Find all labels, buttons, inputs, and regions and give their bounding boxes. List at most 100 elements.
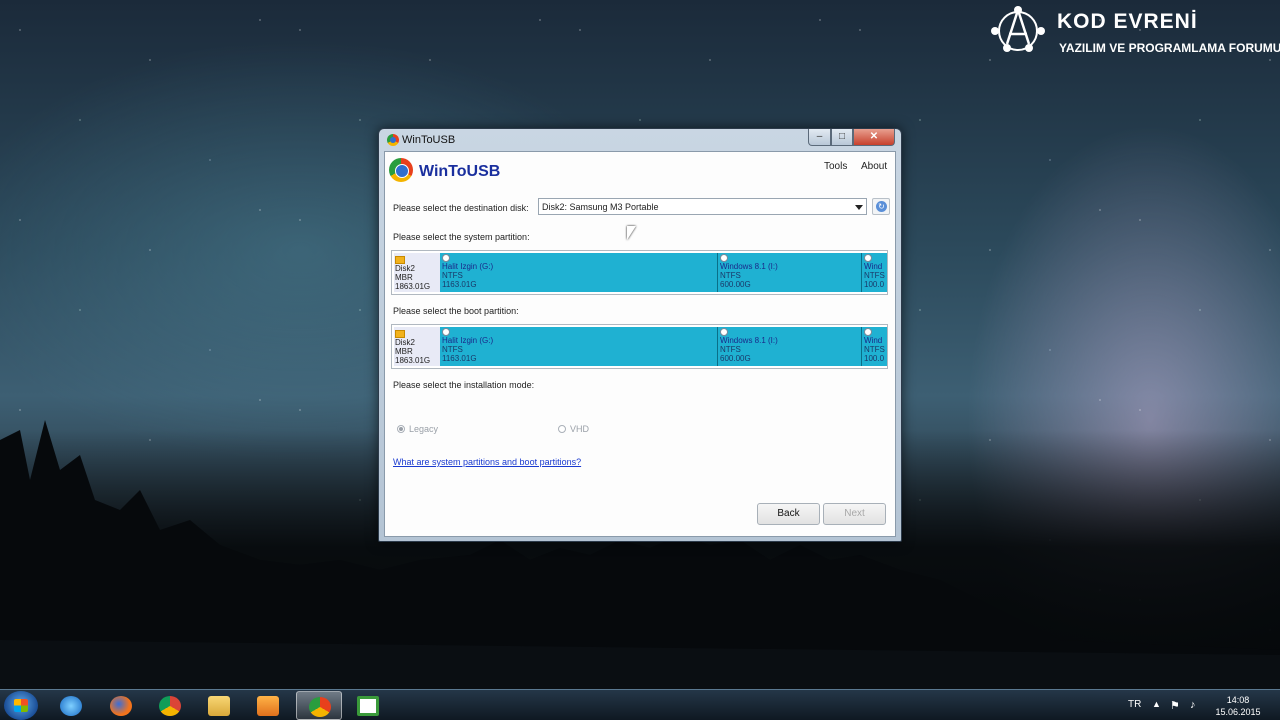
radio-selected-icon bbox=[397, 425, 405, 433]
system-partition-label: Please select the system partition: bbox=[393, 232, 530, 242]
partition-radio[interactable] bbox=[720, 328, 728, 336]
ie-icon bbox=[60, 696, 82, 716]
menu-about[interactable]: About bbox=[861, 161, 887, 172]
partition-fs: NTFS bbox=[442, 345, 463, 354]
firefox-icon bbox=[110, 696, 132, 716]
disk-size: 1863.01G bbox=[395, 282, 431, 291]
kod-evreni-watermark: KOD EVRENİ YAZILIM VE PROGRAMLAMA FORUMU bbox=[985, 4, 1280, 60]
boot-partition-item[interactable]: Windows 8.1 (I:) NTFS 600.00G bbox=[718, 327, 862, 366]
wintousb-title-icon bbox=[387, 134, 399, 146]
mode-legacy-label: Legacy bbox=[409, 424, 439, 434]
disk-size: 1863.01G bbox=[395, 356, 431, 365]
window-title: WinToUSB bbox=[402, 134, 456, 146]
installation-mode-label: Please select the installation mode: bbox=[393, 380, 535, 390]
window-client-area: WinToUSB Tools About Please select the d… bbox=[384, 151, 896, 537]
window-controls: – □ ✕ bbox=[808, 129, 895, 147]
taskbar-item-wintousb[interactable] bbox=[296, 691, 342, 720]
partition-size: 600.00G bbox=[720, 354, 751, 363]
system-partition-item[interactable]: Halit Izgin (G:) NTFS 1163.01G bbox=[440, 253, 718, 292]
mode-vhd-label: VHD bbox=[570, 424, 590, 434]
language-indicator[interactable]: TR bbox=[1128, 699, 1141, 710]
wintousb-icon bbox=[309, 697, 331, 717]
media-player-icon bbox=[257, 696, 279, 716]
partition-name: Halit Izgin (G:) bbox=[442, 262, 494, 271]
partition-fs: NTFS bbox=[720, 271, 741, 280]
watermark-subtitle: YAZILIM VE PROGRAMLAMA FORUMU bbox=[1059, 41, 1280, 55]
mouse-cursor-icon bbox=[627, 226, 636, 240]
windows-logo-icon bbox=[14, 699, 28, 712]
minimize-button[interactable]: – bbox=[808, 129, 831, 146]
partition-size: 100.0 bbox=[864, 280, 885, 289]
taskbar-item-internet-explorer[interactable] bbox=[48, 691, 94, 720]
partition-radio[interactable] bbox=[864, 328, 872, 336]
disk-icon bbox=[395, 256, 405, 264]
partition-name: Wind bbox=[864, 262, 883, 271]
partition-name: Wind bbox=[864, 336, 883, 345]
partition-radio[interactable] bbox=[720, 254, 728, 262]
wintousb-window: WinToUSB – □ ✕ WinToUSB Tools About Plea… bbox=[378, 128, 902, 542]
chevron-down-icon bbox=[855, 205, 863, 210]
partition-size: 1163.01G bbox=[442, 280, 477, 289]
boot-partition-item[interactable]: Halit Izgin (G:) NTFS 1163.01G bbox=[440, 327, 718, 366]
taskbar-item-camtasia[interactable] bbox=[345, 691, 391, 720]
clock-date: 15.06.2015 bbox=[1215, 707, 1261, 717]
start-button[interactable] bbox=[4, 691, 38, 720]
folder-icon bbox=[208, 696, 230, 716]
help-link[interactable]: What are system partitions and boot part… bbox=[393, 457, 581, 467]
disk-info: Disk2 MBR 1863.01G bbox=[394, 253, 440, 292]
partition-name: Windows 8.1 (I:) bbox=[720, 336, 778, 345]
disk-type: MBR bbox=[395, 273, 413, 282]
boot-partition-item[interactable]: Wind NTFS 100.0 bbox=[862, 327, 887, 366]
boot-partition-bar: Disk2 MBR 1863.01G Halit Izgin (G:) NTFS… bbox=[391, 324, 888, 369]
partition-size: 100.0 bbox=[864, 354, 885, 363]
watermark-title: KOD EVRENİ bbox=[1057, 10, 1198, 33]
destination-disk-value: Disk2: Samsung M3 Portable bbox=[542, 202, 659, 212]
partition-fs: NTFS bbox=[864, 271, 885, 280]
mode-vhd-option[interactable]: VHD bbox=[558, 424, 589, 434]
volume-icon[interactable]: ♪ bbox=[1190, 699, 1196, 711]
show-hidden-icons-icon[interactable]: ▲ bbox=[1152, 699, 1161, 709]
back-button[interactable]: Back bbox=[757, 503, 820, 525]
destination-disk-select[interactable]: Disk2: Samsung M3 Portable bbox=[538, 198, 867, 215]
taskbar-item-media-player[interactable] bbox=[245, 691, 291, 720]
partition-fs: NTFS bbox=[442, 271, 463, 280]
mode-legacy-option[interactable]: Legacy bbox=[397, 424, 438, 434]
camtasia-icon bbox=[357, 696, 379, 716]
disk-name: Disk2 bbox=[395, 264, 416, 273]
partition-radio[interactable] bbox=[864, 254, 872, 262]
chrome-icon bbox=[159, 696, 181, 716]
partition-radio[interactable] bbox=[442, 254, 450, 262]
system-partition-item[interactable]: Windows 8.1 (I:) NTFS 600.00G bbox=[718, 253, 862, 292]
partition-name: Windows 8.1 (I:) bbox=[720, 262, 778, 271]
system-clock[interactable]: 14:08 15.06.2015 bbox=[1210, 694, 1266, 718]
kod-evreni-logo-icon bbox=[991, 6, 1045, 52]
radio-icon bbox=[558, 425, 566, 433]
refresh-button[interactable]: ↻ bbox=[872, 198, 890, 215]
maximize-button[interactable]: □ bbox=[831, 129, 853, 146]
close-button[interactable]: ✕ bbox=[853, 129, 895, 146]
refresh-icon: ↻ bbox=[876, 201, 887, 212]
partition-name: Halit Izgin (G:) bbox=[442, 336, 494, 345]
partition-fs: NTFS bbox=[720, 345, 741, 354]
action-center-icon[interactable]: ⚑ bbox=[1170, 699, 1180, 712]
disk-name: Disk2 bbox=[395, 338, 416, 347]
destination-disk-label: Please select the destination disk: bbox=[393, 203, 529, 213]
boot-partition-label: Please select the boot partition: bbox=[393, 306, 519, 316]
taskbar-item-chrome[interactable] bbox=[147, 691, 193, 720]
partition-fs: NTFS bbox=[864, 345, 885, 354]
taskbar-item-file-explorer[interactable] bbox=[196, 691, 242, 720]
app-name: WinToUSB bbox=[419, 163, 501, 180]
disk-type: MBR bbox=[395, 347, 413, 356]
window-titlebar[interactable]: WinToUSB – □ ✕ bbox=[379, 129, 901, 151]
clock-time: 14:08 bbox=[1226, 695, 1250, 705]
partition-size: 600.00G bbox=[720, 280, 751, 289]
disk-info: Disk2 MBR 1863.01G bbox=[394, 327, 440, 366]
menu-tools[interactable]: Tools bbox=[824, 161, 847, 172]
wintousb-logo-icon bbox=[389, 158, 413, 182]
taskbar-item-firefox[interactable] bbox=[98, 691, 144, 720]
system-partition-item[interactable]: Wind NTFS 100.0 bbox=[862, 253, 887, 292]
next-button[interactable]: Next bbox=[823, 503, 886, 525]
partition-size: 1163.01G bbox=[442, 354, 477, 363]
partition-radio[interactable] bbox=[442, 328, 450, 336]
taskbar: TR ▲ ⚑ ♪ 14:08 15.06.2015 bbox=[0, 689, 1280, 720]
